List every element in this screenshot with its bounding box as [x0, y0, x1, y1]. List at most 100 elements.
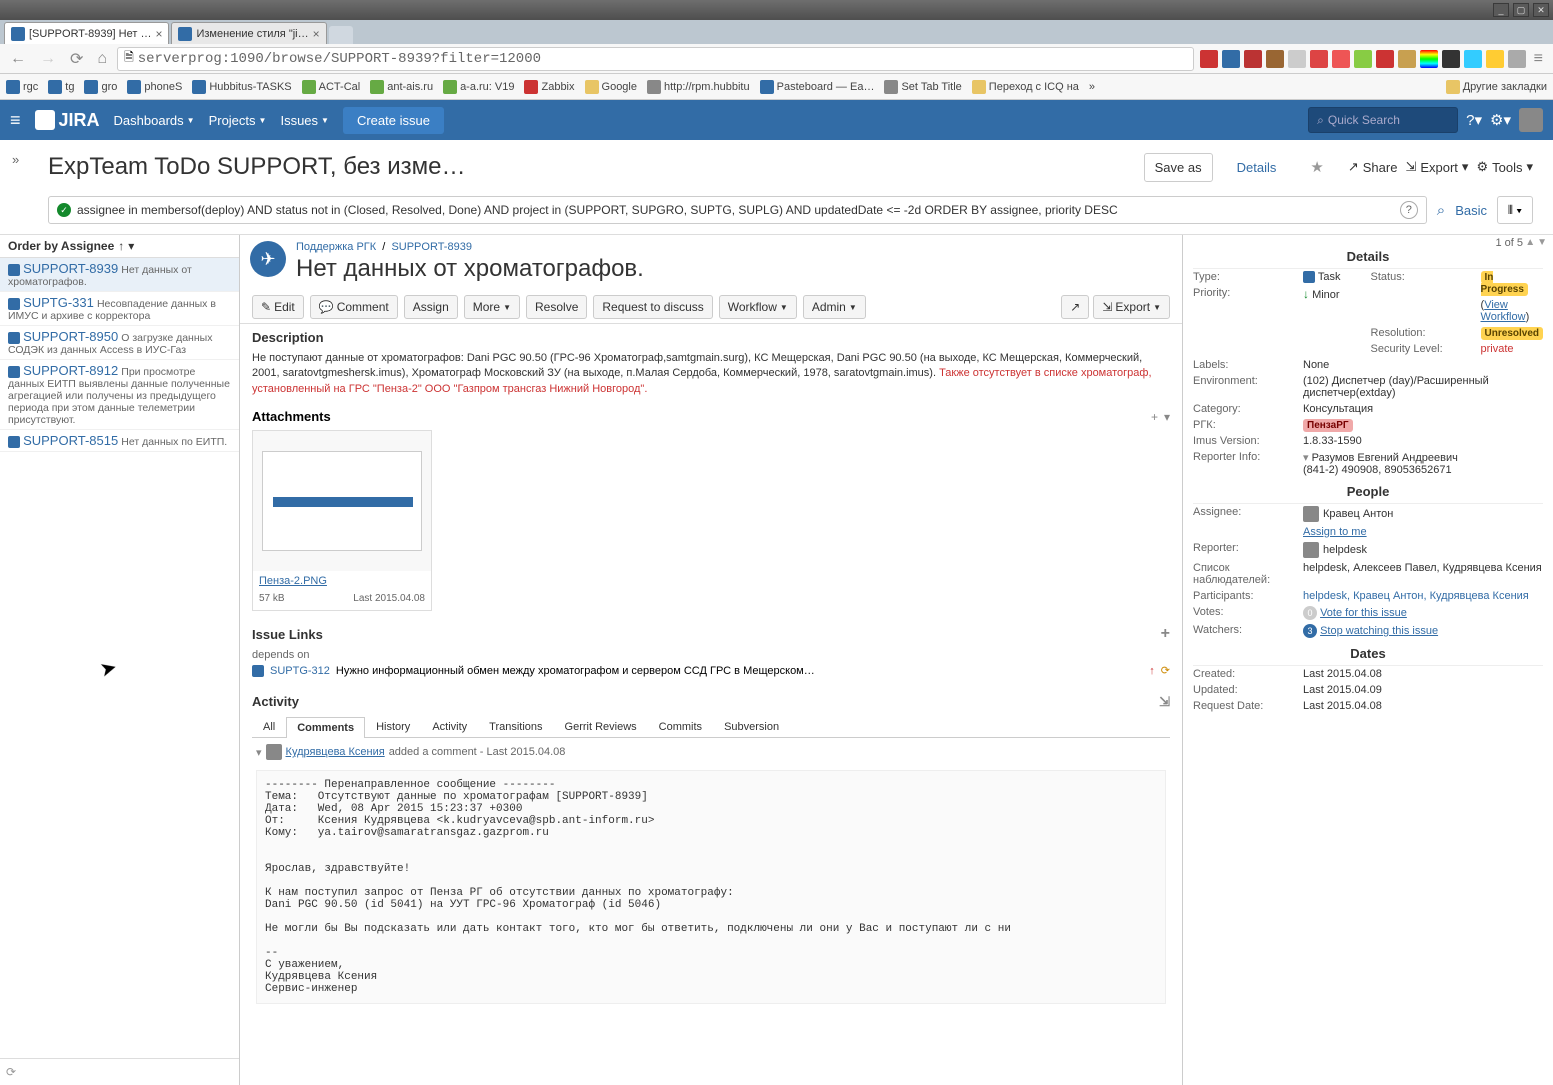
- ext-icon[interactable]: [1420, 50, 1438, 68]
- tab-commits[interactable]: Commits: [648, 716, 713, 737]
- prev-issue-icon[interactable]: ▲: [1525, 237, 1535, 248]
- bookmark[interactable]: gro: [84, 80, 117, 94]
- menu-icon[interactable]: ≡: [1530, 48, 1547, 70]
- edit-button[interactable]: ✎ Edit: [252, 295, 304, 319]
- attachment-options-icon[interactable]: ▾: [1164, 410, 1170, 424]
- issue-key-link[interactable]: SUPPORT-8939: [391, 241, 472, 253]
- maximize-button[interactable]: ▢: [1513, 3, 1529, 17]
- sort-asc-icon[interactable]: ↑: [118, 239, 124, 253]
- back-button[interactable]: ←: [6, 48, 30, 70]
- help-icon[interactable]: ?▾: [1466, 111, 1482, 129]
- ext-icon[interactable]: [1332, 50, 1350, 68]
- tab-close-icon[interactable]: ×: [313, 27, 320, 41]
- ext-icon[interactable]: [1486, 50, 1504, 68]
- refresh-icon[interactable]: ⟳: [6, 1065, 16, 1079]
- issue-row[interactable]: SUPTG-331 Несовпадение данных в ИМУС и а…: [0, 292, 239, 326]
- other-bookmarks[interactable]: Другие закладки: [1446, 80, 1547, 94]
- sort-menu-icon[interactable]: ▾: [128, 239, 134, 253]
- issue-row[interactable]: SUPPORT-8939 Нет данных от хроматографов…: [0, 258, 239, 292]
- export-issue-button[interactable]: ⇲ Export ▼: [1093, 295, 1170, 319]
- resolve-button[interactable]: Resolve: [526, 295, 587, 319]
- admin-button[interactable]: Admin ▼: [803, 295, 866, 319]
- saveas-button[interactable]: Save as: [1144, 153, 1213, 182]
- browser-tab[interactable]: Изменение стиля "ji… ×: [171, 22, 326, 44]
- collapse-icon[interactable]: ▾: [256, 746, 262, 759]
- browser-tab[interactable]: [SUPPORT-8939] Нет … ×: [4, 22, 169, 44]
- tab-transitions[interactable]: Transitions: [478, 716, 553, 737]
- bookmark[interactable]: Hubbitus-TASKS: [192, 80, 291, 94]
- ext-icon[interactable]: [1398, 50, 1416, 68]
- ext-icon[interactable]: [1222, 50, 1240, 68]
- next-issue-icon[interactable]: ▼: [1537, 237, 1547, 248]
- comment-body[interactable]: -------- Перенаправленное сообщение ----…: [256, 770, 1166, 1004]
- ext-icon[interactable]: [1200, 50, 1218, 68]
- attachment-name[interactable]: Пенза-2.PNG: [253, 571, 431, 591]
- assign-button[interactable]: Assign: [404, 295, 458, 319]
- share-button[interactable]: ↗ Share: [1348, 159, 1398, 175]
- ext-icon[interactable]: [1288, 50, 1306, 68]
- tab-all[interactable]: All: [252, 716, 286, 737]
- order-by-header[interactable]: Order by Assignee ↑ ▾: [0, 235, 239, 258]
- add-attachment-icon[interactable]: +: [1145, 410, 1164, 424]
- jira-logo[interactable]: JIRA: [35, 110, 100, 131]
- tab-close-icon[interactable]: ×: [155, 27, 162, 41]
- ext-icon[interactable]: [1442, 50, 1460, 68]
- reload-button[interactable]: ⟳: [66, 47, 87, 71]
- bookmark[interactable]: rgc: [6, 80, 38, 94]
- share-icon-button[interactable]: ↗: [1061, 295, 1089, 319]
- ext-icon[interactable]: [1464, 50, 1482, 68]
- rtd-button[interactable]: Request to discuss: [593, 295, 712, 319]
- bookmark[interactable]: Google: [585, 80, 637, 94]
- home-button[interactable]: ⌂: [93, 48, 111, 70]
- assign-to-me-link[interactable]: Assign to me: [1303, 526, 1367, 538]
- star-icon[interactable]: ★: [1300, 152, 1333, 182]
- export-button[interactable]: ⇲ Export ▾: [1405, 159, 1468, 175]
- minimize-button[interactable]: _: [1493, 3, 1509, 17]
- projects-menu[interactable]: Projects▼: [209, 113, 267, 128]
- stop-watching-link[interactable]: Stop watching this issue: [1320, 625, 1438, 637]
- bookmark[interactable]: tg: [48, 80, 74, 94]
- issues-menu[interactable]: Issues▼: [280, 113, 329, 128]
- hamburger-icon[interactable]: ≡: [10, 110, 21, 131]
- tab-comments[interactable]: Comments: [286, 717, 365, 738]
- project-link[interactable]: Поддержка РГК: [296, 241, 376, 253]
- ext-icon[interactable]: [1354, 50, 1372, 68]
- bookmark[interactable]: Переход с ICQ на: [972, 80, 1079, 94]
- expand-sidebar-icon[interactable]: »: [12, 152, 19, 167]
- workflow-button[interactable]: Workflow ▼: [719, 295, 797, 319]
- comment-button[interactable]: 💬 Comment: [310, 295, 398, 319]
- bookmark-overflow[interactable]: »: [1089, 81, 1095, 93]
- expand-icon[interactable]: ▾: [1303, 452, 1309, 464]
- tab-activity[interactable]: Activity: [421, 716, 478, 737]
- jql-help-icon[interactable]: ?: [1400, 201, 1418, 219]
- basic-mode-link[interactable]: Basic: [1455, 203, 1487, 218]
- bookmark[interactable]: http://rpm.hubbitu: [647, 80, 750, 94]
- ext-icon[interactable]: [1310, 50, 1328, 68]
- add-link-icon[interactable]: +: [1161, 625, 1170, 643]
- ext-icon[interactable]: [1266, 50, 1284, 68]
- activity-options-icon[interactable]: ⇲: [1159, 694, 1170, 710]
- address-bar[interactable]: 🗎 serverprog:1090/browse/SUPPORT-8939?fi…: [117, 47, 1194, 71]
- bookmark[interactable]: ACT-Cal: [302, 80, 361, 94]
- create-issue-button[interactable]: Create issue: [343, 107, 444, 134]
- tab-subversion[interactable]: Subversion: [713, 716, 790, 737]
- bookmark[interactable]: ant-ais.ru: [370, 80, 433, 94]
- forward-button[interactable]: →: [36, 48, 60, 70]
- jql-input[interactable]: ✓ assignee in membersof(deploy) AND stat…: [48, 196, 1427, 224]
- layout-switcher[interactable]: ⫴ ▾: [1497, 196, 1533, 224]
- search-icon[interactable]: ⌕: [1437, 202, 1445, 219]
- bookmark[interactable]: Zabbix: [524, 80, 574, 94]
- close-button[interactable]: ✕: [1533, 3, 1549, 17]
- tab-history[interactable]: History: [365, 716, 421, 737]
- issue-row[interactable]: SUPPORT-8515 Нет данных по ЕИТП.: [0, 430, 239, 452]
- issue-row[interactable]: SUPPORT-8950 О загрузке данных СОДЭК из …: [0, 326, 239, 360]
- issue-row[interactable]: SUPPORT-8912 При просмотре данных ЕИТП в…: [0, 360, 239, 430]
- bookmark[interactable]: a-a.ru: V19: [443, 80, 514, 94]
- ext-icon[interactable]: [1376, 50, 1394, 68]
- quick-search-input[interactable]: ⌕ Quick Search: [1308, 107, 1458, 133]
- bookmark[interactable]: Set Tab Title: [884, 80, 961, 94]
- linked-issue-key[interactable]: SUPTG-312: [270, 665, 330, 677]
- issue-list-body[interactable]: SUPPORT-8939 Нет данных от хроматографов…: [0, 258, 239, 1058]
- details-link[interactable]: Details: [1227, 154, 1287, 181]
- bookmark[interactable]: Pasteboard — Ea…: [760, 80, 875, 94]
